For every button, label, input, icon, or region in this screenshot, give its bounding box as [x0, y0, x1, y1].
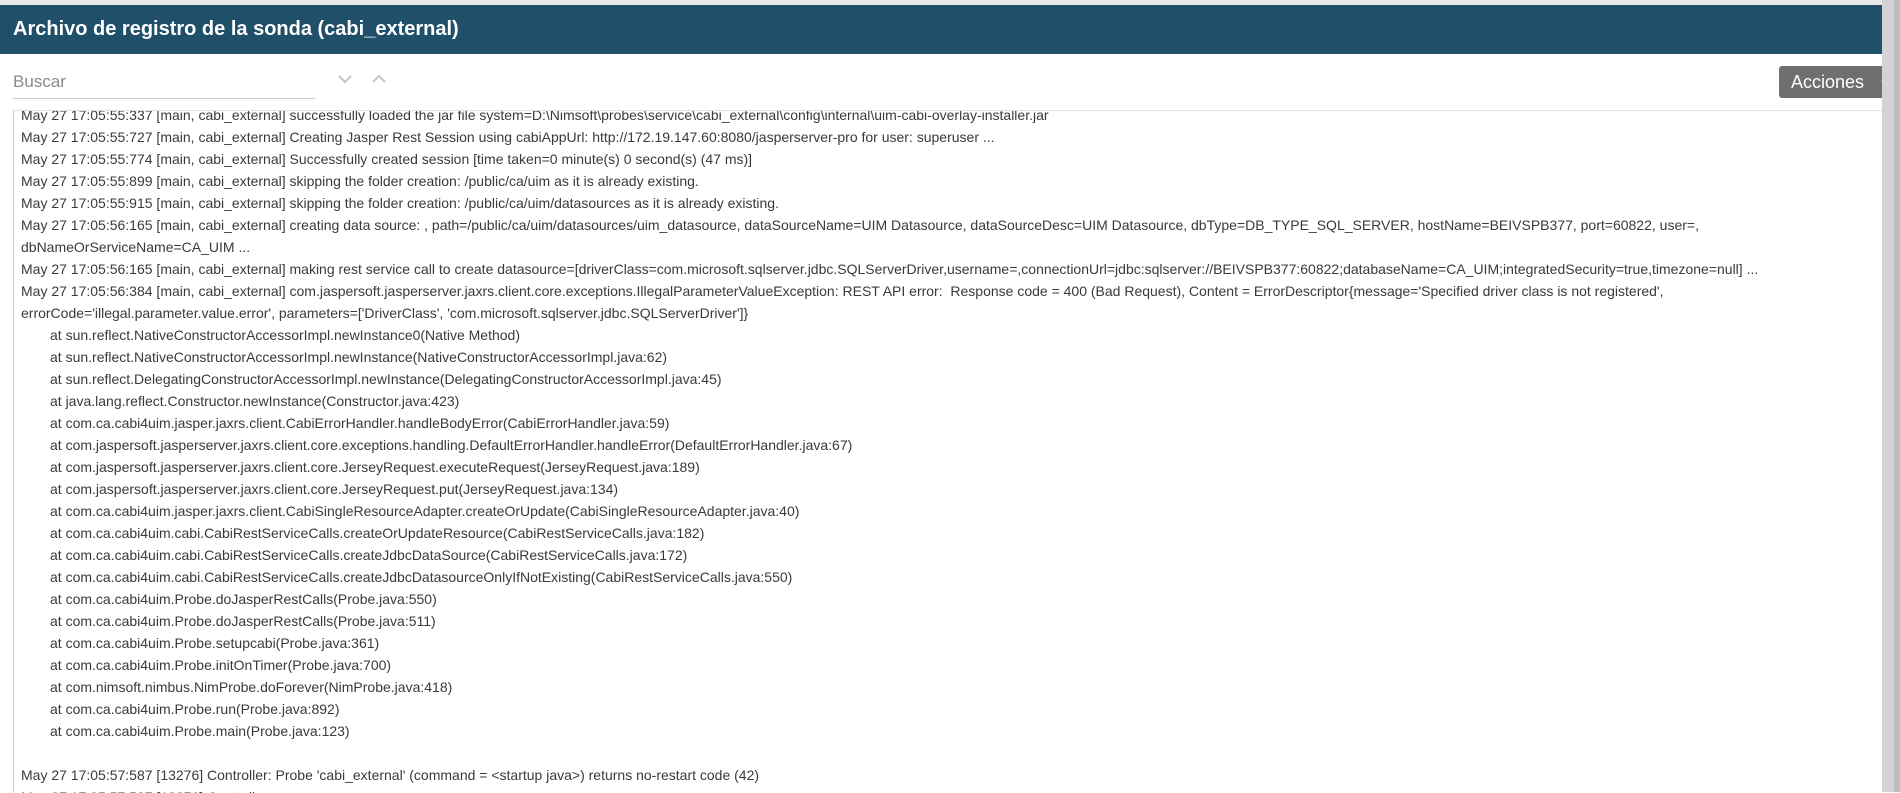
actions-label: Acciones	[1791, 72, 1865, 92]
log-viewer[interactable]: May 27 17:05:55:337 [main, cabi_external…	[13, 110, 1883, 793]
scrollbar-track[interactable]	[1894, 0, 1900, 792]
log-line: at com.ca.cabi4uim.cabi.CabiRestServiceC…	[50, 525, 705, 541]
log-line: at com.ca.cabi4uim.Probe.main(Probe.java…	[50, 723, 350, 739]
log-line: at com.nimsoft.nimbus.NimProbe.doForever…	[50, 679, 453, 695]
log-line: at com.ca.cabi4uim.Probe.run(Probe.java:…	[50, 701, 340, 717]
log-line: at com.ca.cabi4uim.jasper.jaxrs.client.C…	[50, 415, 670, 431]
log-toolbar: Acciones	[0, 54, 1889, 110]
log-line: May 27 17:05:55:337 [main, cabi_external…	[21, 110, 1049, 123]
log-line: May 27 17:05:56:165 [main, cabi_external…	[21, 261, 1759, 277]
log-line: at sun.reflect.NativeConstructorAccessor…	[50, 327, 520, 343]
log-line: at java.lang.reflect.Constructor.newInst…	[50, 393, 460, 409]
log-line: errorCode='illegal.parameter.value.error…	[21, 305, 749, 321]
log-line: at com.ca.cabi4uim.Probe.initOnTimer(Pro…	[50, 657, 392, 673]
log-line: at com.ca.cabi4uim.cabi.CabiRestServiceC…	[50, 569, 793, 585]
log-line: at sun.reflect.NativeConstructorAccessor…	[50, 349, 668, 365]
log-line: at com.jaspersoft.jasperserver.jaxrs.cli…	[50, 481, 619, 497]
log-line: at com.jaspersoft.jasperserver.jaxrs.cli…	[50, 437, 853, 453]
log-line: May 27 17:05:55:899 [main, cabi_external…	[21, 173, 699, 189]
search-field-container	[13, 68, 315, 99]
next-match-button[interactable]	[332, 66, 358, 92]
log-lines: May 27 17:05:55:337 [main, cabi_external…	[21, 110, 1883, 793]
log-line: at com.ca.cabi4uim.Probe.doJasperRestCal…	[50, 613, 436, 629]
log-line: May 27 17:05:56:384 [main, cabi_external…	[21, 283, 1664, 299]
log-line: dbNameOrServiceName=CA_UIM ...	[21, 239, 251, 255]
chevron-down-icon	[338, 75, 352, 84]
window-right-edge	[1882, 0, 1900, 792]
previous-match-button[interactable]	[366, 66, 392, 92]
log-line: at com.jaspersoft.jasperserver.jaxrs.cli…	[50, 459, 700, 475]
log-line: May 27 17:05:55:774 [main, cabi_external…	[21, 151, 753, 167]
window-title: Archivo de registro de la sonda (cabi_ex…	[13, 18, 459, 40]
log-line: at sun.reflect.DelegatingConstructorAcce…	[50, 371, 722, 387]
log-line: at com.ca.cabi4uim.jasper.jaxrs.client.C…	[50, 503, 800, 519]
search-input[interactable]	[13, 68, 315, 96]
log-line: at com.ca.cabi4uim.Probe.doJasperRestCal…	[50, 591, 437, 607]
actions-menu-button[interactable]: Acciones	[1779, 66, 1889, 98]
chevron-up-icon	[372, 74, 386, 83]
log-line: May 27 17:05:55:727 [main, cabi_external…	[21, 129, 995, 145]
log-line: May 27 17:05:57:587 [13276] Controller: …	[21, 767, 760, 783]
log-line: at com.ca.cabi4uim.Probe.setupcabi(Probe…	[50, 635, 380, 651]
log-line: May 27 17:05:56:165 [main, cabi_external…	[21, 217, 1699, 233]
window-title-bar: Archivo de registro de la sonda (cabi_ex…	[0, 5, 1882, 54]
log-line: May 27 17:05:55:915 [main, cabi_external…	[21, 195, 779, 211]
log-line: at com.ca.cabi4uim.cabi.CabiRestServiceC…	[50, 547, 688, 563]
